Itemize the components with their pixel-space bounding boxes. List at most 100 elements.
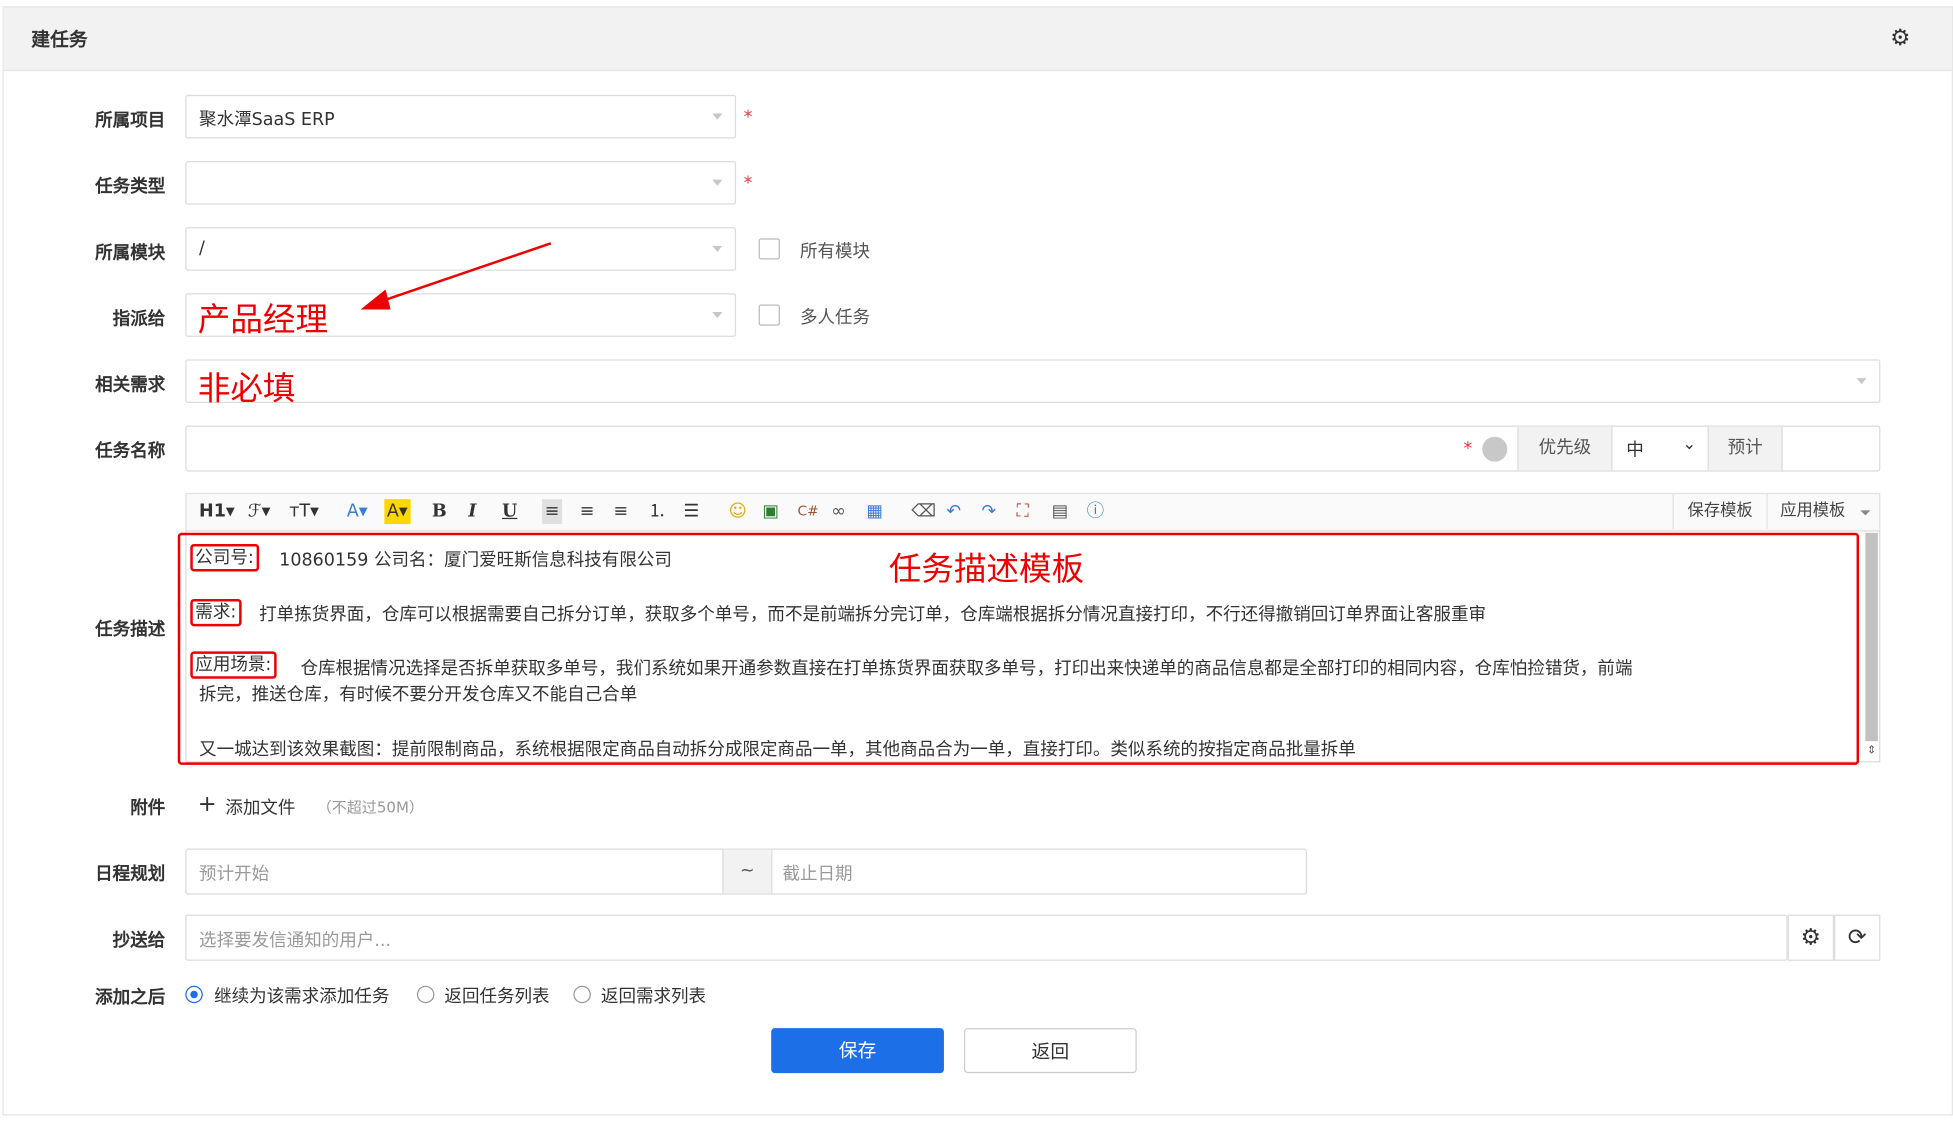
help-icon[interactable]: ⓘ [1087, 499, 1105, 524]
scene-tag: 应用场景: [190, 651, 277, 679]
radio-req-list[interactable] [573, 985, 591, 1004]
multi-task-label: 多人任务 [799, 308, 871, 329]
chevron-down-icon [712, 311, 723, 319]
gear-icon[interactable]: ⚙ [1888, 26, 1913, 51]
project-select[interactable]: 聚水潭SaaS ERP [185, 94, 737, 139]
palette-icon[interactable] [1482, 436, 1508, 462]
end-date-input[interactable]: 截止日期 [782, 861, 852, 886]
start-date-input[interactable]: 预计开始 [199, 861, 269, 886]
radio-req-list-label: 返回需求列表 [600, 987, 707, 1007]
schedule-group: 预计开始 ~ 截止日期 [185, 848, 1307, 895]
save-template-button[interactable]: 保存模板 [1672, 494, 1767, 530]
bold-icon[interactable]: B [432, 499, 447, 524]
related-req-select[interactable] [185, 359, 1881, 404]
all-modules-label: 所有模块 [799, 242, 871, 263]
align-center-icon[interactable]: ≡ [580, 499, 595, 524]
chevron-down-icon [712, 113, 723, 120]
desc-line-2: 打单拣货界面，仓库可以根据需要自己拆分订单，获取多个单号，而不是前端拆分完订单，… [259, 605, 1487, 626]
required-mark: * [743, 107, 753, 128]
radio-task-list[interactable] [416, 985, 435, 1004]
desc-line-3: 仓库根据情况选择是否拆单获取多单号，我们系统如果开通参数直接在打单拣货界面获取多… [300, 658, 1633, 679]
panel-header: 建任务 ⚙ [3, 7, 1952, 72]
required-mark: * [743, 173, 753, 194]
date-separator: ~ [722, 849, 773, 894]
back-button[interactable]: 返回 [963, 1028, 1137, 1074]
ordered-list-icon[interactable]: ⒈ [648, 499, 666, 524]
align-left-icon[interactable]: ≡ [542, 499, 562, 525]
paste-icon[interactable]: ▤ [1052, 499, 1069, 524]
project-label: 所属项目 [95, 111, 166, 132]
company-tag: 公司号: [190, 544, 259, 572]
radio-continue-label: 继续为该需求添加任务 [214, 987, 390, 1007]
italic-icon[interactable]: I [468, 499, 476, 524]
module-value: / [199, 238, 205, 259]
module-label: 所属模块 [95, 243, 166, 264]
assign-annotation: 产品经理 [197, 301, 329, 340]
assign-label: 指派给 [112, 309, 166, 330]
plus-icon[interactable]: + [198, 791, 217, 817]
annotation-arrow [360, 242, 552, 310]
priority-value: 中 [1626, 440, 1644, 461]
apply-template-button[interactable]: 应用模板 [1766, 494, 1872, 530]
editor-scrollbar[interactable] [1865, 532, 1878, 742]
fullscreen-icon[interactable]: ⛶ [1017, 499, 1029, 524]
task-name-input[interactable] [187, 427, 1514, 471]
font-color-icon[interactable]: A▾ [347, 499, 368, 524]
required-mark: * [1463, 439, 1473, 460]
page-title: 建任务 [31, 28, 88, 52]
desc-line-5: 又一城达到该效果截图：提前限制商品，系统根据限定商品自动拆分成限定商品一单，其他… [199, 739, 1356, 760]
estimate-input[interactable] [1781, 427, 1879, 471]
need-tag: 需求: [190, 598, 242, 627]
cc-label: 抄送给 [112, 930, 166, 951]
cc-input[interactable]: 选择要发信通知的用户... [185, 914, 1788, 961]
desc-line-1: 10860159 公司名：厦门爱旺斯信息科技有限公司 [279, 550, 672, 571]
description-label: 任务描述 [95, 620, 166, 641]
redo-icon[interactable]: ↷ [981, 499, 996, 524]
emoji-icon[interactable]: ☺ [729, 499, 747, 524]
bullet-list-icon[interactable]: ☰ [684, 499, 700, 524]
template-annotation: 任务描述模板 [888, 551, 1085, 589]
highlight-icon[interactable]: A▾ [384, 499, 411, 525]
chevron-down-icon: ⌄ [1682, 435, 1697, 455]
chevron-down-icon [1856, 378, 1867, 385]
font-size-icon[interactable]: тT▾ [289, 499, 319, 524]
schedule-label: 日程规划 [95, 864, 166, 885]
multi-task-checkbox[interactable] [758, 304, 780, 326]
gear-icon[interactable]: ⚙ [1787, 914, 1835, 961]
related-req-label: 相关需求 [95, 375, 166, 396]
scroll-arrows-icon[interactable]: ⇕ [1865, 744, 1878, 759]
refresh-icon[interactable]: ⟳ [1834, 914, 1881, 961]
table-icon[interactable]: ▦ [866, 499, 883, 524]
desc-line-4: 拆完，推送仓库，有时候不要分开发仓库又不能自己合单 [199, 685, 638, 706]
chevron-down-icon [712, 245, 723, 253]
undo-icon[interactable]: ↶ [946, 499, 961, 524]
task-type-select[interactable] [185, 160, 737, 205]
chevron-down-icon [712, 179, 723, 186]
estimate-label: 预计 [1707, 426, 1783, 471]
priority-label: 优先级 [1517, 426, 1613, 471]
all-modules-checkbox[interactable] [758, 238, 780, 260]
after-label: 添加之后 [95, 988, 166, 1009]
priority-select[interactable]: 中 ⌄ [1610, 427, 1708, 471]
image-icon[interactable]: ▣ [762, 499, 779, 524]
task-type-label: 任务类型 [95, 177, 166, 198]
font-family-icon[interactable]: ℱ▾ [248, 499, 271, 524]
project-value: 聚水潭SaaS ERP [199, 109, 335, 130]
chevron-down-icon [1860, 510, 1871, 516]
cc-placeholder: 选择要发信通知的用户... [199, 930, 392, 951]
task-name-group: * 优先级 中 ⌄ 预计 [185, 425, 1881, 472]
eraser-icon[interactable]: ⌫ [911, 499, 936, 524]
code-icon[interactable]: C# [797, 499, 818, 524]
underline-icon[interactable]: U [502, 499, 517, 524]
add-file-link[interactable]: 添加文件 [225, 795, 295, 820]
heading-icon[interactable]: H1▾ [199, 499, 235, 524]
link-icon[interactable]: ∞ [831, 499, 846, 524]
related-annotation: 非必填 [197, 370, 296, 409]
radio-task-list-label: 返回任务列表 [444, 987, 550, 1007]
attachment-label: 附件 [130, 798, 166, 819]
task-name-label: 任务名称 [95, 441, 166, 462]
file-size-hint: （不超过50M） [316, 798, 424, 817]
save-button[interactable]: 保存 [771, 1028, 944, 1074]
align-right-icon[interactable]: ≡ [613, 499, 628, 524]
radio-continue[interactable] [185, 985, 203, 1004]
